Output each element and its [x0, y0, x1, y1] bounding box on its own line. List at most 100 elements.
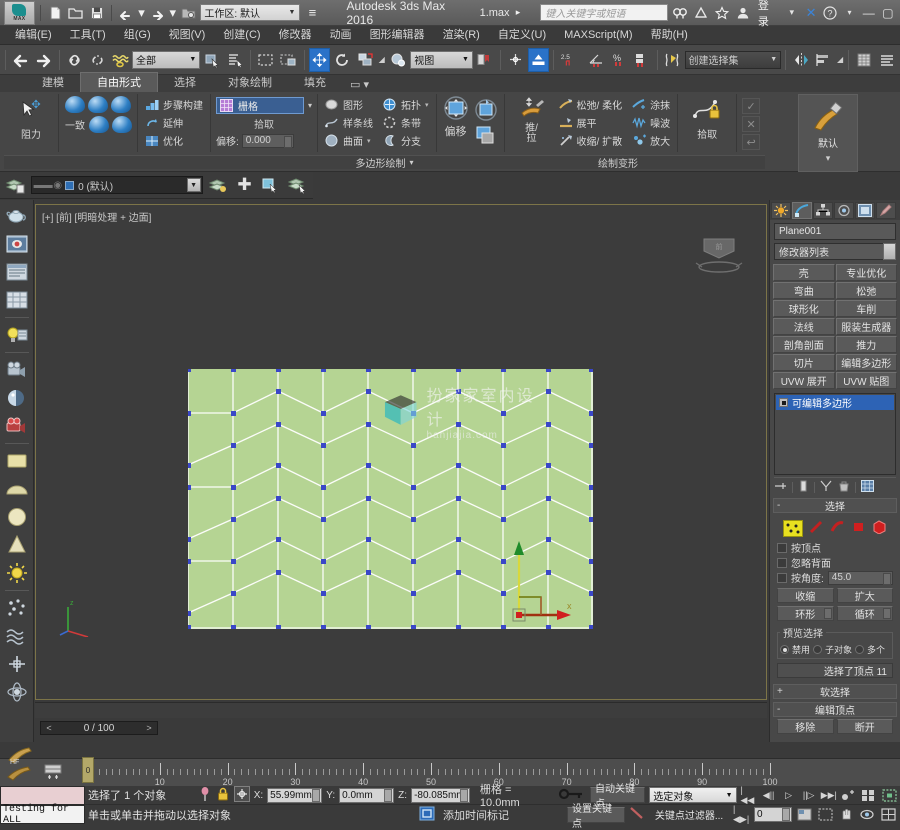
current-frame-field[interactable]: 0: [754, 807, 792, 822]
modifier-garment-maker[interactable]: 服装生成器: [835, 318, 897, 335]
selection-filter-combo[interactable]: 全部 ▼: [131, 50, 201, 69]
relax-soften-button[interactable]: 松弛/ 柔化: [557, 96, 625, 113]
menu-animation[interactable]: 动画: [321, 26, 361, 45]
spinner-arrows[interactable]: [459, 788, 468, 802]
add-time-tag-icon[interactable]: [419, 806, 435, 824]
conform-scale-icon[interactable]: [89, 116, 109, 133]
lock-selection-icon[interactable]: [216, 786, 230, 805]
pan-hand-icon[interactable]: [838, 807, 855, 823]
layer-color-swatch[interactable]: [65, 180, 75, 190]
menu-edit[interactable]: 编辑(E): [6, 26, 61, 45]
ring-button[interactable]: 环形: [777, 606, 834, 621]
favorites-star-icon[interactable]: [713, 3, 731, 23]
pick-deform-button[interactable]: 拾取: [683, 96, 731, 141]
space-warp-icon[interactable]: [3, 623, 31, 649]
spinner-arrows[interactable]: [384, 788, 393, 802]
undo-icon[interactable]: [10, 48, 32, 72]
zoom-region-icon[interactable]: [817, 807, 834, 823]
selection-rollout-header[interactable]: - 选择: [773, 498, 897, 513]
pin-stack-icon[interactable]: [774, 480, 787, 495]
by-angle-spinner[interactable]: 45.0: [827, 570, 893, 585]
key-filters-button[interactable]: 关键点过滤器...: [649, 807, 729, 823]
open-mini-curve-editor-icon[interactable]: [42, 761, 64, 783]
collapse-minus-icon[interactable]: -: [777, 704, 780, 715]
menu-views[interactable]: 视图(V): [160, 26, 215, 45]
workspace-combo[interactable]: 工作区: 默认 ▼: [200, 4, 301, 21]
material-editor-icon[interactable]: [3, 385, 31, 411]
modifier-unwrap-uvw[interactable]: UVW 展开: [773, 372, 835, 389]
modifier-relax[interactable]: 松弛: [835, 282, 897, 299]
teapot-icon[interactable]: [3, 203, 31, 229]
cancel-x-icon[interactable]: ✕: [742, 116, 761, 132]
view-cube[interactable]: 前: [690, 229, 748, 277]
extend-button[interactable]: 延伸: [143, 114, 185, 131]
chevron-down-icon[interactable]: ▼: [770, 56, 777, 63]
shrink-button[interactable]: 收缩: [777, 588, 834, 603]
scale-flyout-icon[interactable]: ◢: [377, 48, 387, 72]
app-logo-button[interactable]: MAX: [4, 0, 35, 25]
time-slider-field[interactable]: < 0 / 100 >: [40, 721, 158, 735]
layer-manager-icon[interactable]: [4, 173, 27, 197]
search-input[interactable]: 键入关键字或短语: [540, 4, 668, 21]
render-frame-window-icon[interactable]: [3, 259, 31, 285]
set-key-button[interactable]: 设置关键点: [567, 804, 625, 830]
lock-pivot-icon[interactable]: [198, 786, 212, 805]
maximize-viewport-toggle-icon[interactable]: [880, 807, 897, 823]
named-selection-set-combo[interactable]: 创建选择集 ▼: [684, 50, 782, 69]
utilities-tab[interactable]: [876, 201, 896, 219]
key-mode-toggle-icon[interactable]: [841, 787, 857, 803]
menu-graph-editors[interactable]: 图形编辑器: [361, 26, 434, 45]
soft-selection-header[interactable]: + 软选择: [773, 684, 897, 699]
animation-mode-combo[interactable]: 选定对象 ▼: [649, 787, 737, 803]
ribbon-tab-object-paint[interactable]: 对象绘制: [212, 73, 288, 92]
goto-start-icon[interactable]: |◀◀: [741, 785, 757, 805]
maxscript-listener-pink[interactable]: [0, 786, 86, 805]
shrink-spread-button[interactable]: 收缩/ 扩散: [557, 132, 625, 149]
render-setup-icon[interactable]: [3, 231, 31, 257]
key-mode-icon[interactable]: [5, 765, 35, 781]
conform-rotate-icon[interactable]: [111, 96, 131, 113]
preview-subobject-radio[interactable]: [813, 645, 823, 654]
maximize-button[interactable]: ▢: [880, 5, 896, 21]
chevron-down-icon[interactable]: ▾: [826, 153, 831, 164]
use-pivot-point-center-icon[interactable]: [474, 48, 496, 72]
expand-plus-icon[interactable]: +: [777, 686, 783, 697]
reference-coordinate-combo[interactable]: 视图 ▼: [410, 50, 473, 69]
smudge-button[interactable]: 涂抹: [630, 96, 672, 113]
transform-gizmo[interactable]: x: [479, 527, 579, 622]
polygon-level-button[interactable]: [851, 520, 866, 537]
key-mode-toggle2-icon[interactable]: |◀▶|: [733, 804, 750, 824]
set-key-mode-icon[interactable]: HF: [5, 745, 35, 765]
prev-frame-arrow[interactable]: <: [41, 723, 57, 733]
push-pull-button[interactable]: 推/拉: [510, 96, 554, 144]
orbit-icon[interactable]: [859, 807, 876, 823]
map-sphere-icon[interactable]: [3, 504, 31, 530]
noise-button[interactable]: 噪波: [630, 114, 672, 131]
help-icon[interactable]: ?: [822, 5, 838, 21]
document-chevron-icon[interactable]: ▸: [513, 3, 524, 23]
time-slider-handle[interactable]: 0: [82, 757, 94, 783]
modifier-stack-entry[interactable]: 可编辑多边形: [776, 395, 894, 410]
next-frame-icon[interactable]: ||▷: [801, 787, 817, 803]
sun-light-icon[interactable]: [3, 560, 31, 586]
modifier-bevel-profile[interactable]: 剖角剖面: [773, 336, 835, 353]
chevron-down-icon[interactable]: [883, 243, 896, 260]
next-frame-arrow[interactable]: >: [141, 723, 157, 733]
systems-icon[interactable]: [3, 679, 31, 705]
ribbon-minimize-icon[interactable]: ▭ ▾: [342, 77, 377, 92]
spinner-arrows[interactable]: [782, 808, 790, 821]
grow-button[interactable]: 扩大: [836, 588, 893, 603]
border-level-button[interactable]: [830, 520, 845, 537]
key-filters-icon[interactable]: [629, 806, 645, 823]
align-flyout-icon[interactable]: ◢: [836, 48, 845, 72]
menu-rendering[interactable]: 渲染(R): [434, 26, 489, 45]
zoom-extents-icon[interactable]: [881, 787, 897, 803]
save-file-icon[interactable]: [88, 3, 106, 23]
select-and-rotate-icon[interactable]: [331, 48, 353, 72]
menu-customize[interactable]: 自定义(U): [489, 26, 555, 45]
account-icon[interactable]: [734, 3, 752, 23]
window-crossing-toggle-icon[interactable]: [278, 48, 300, 72]
ribbon-tab-selection[interactable]: 选择: [158, 73, 212, 92]
redo-icon[interactable]: [148, 3, 166, 23]
create-tab[interactable]: [771, 201, 791, 219]
